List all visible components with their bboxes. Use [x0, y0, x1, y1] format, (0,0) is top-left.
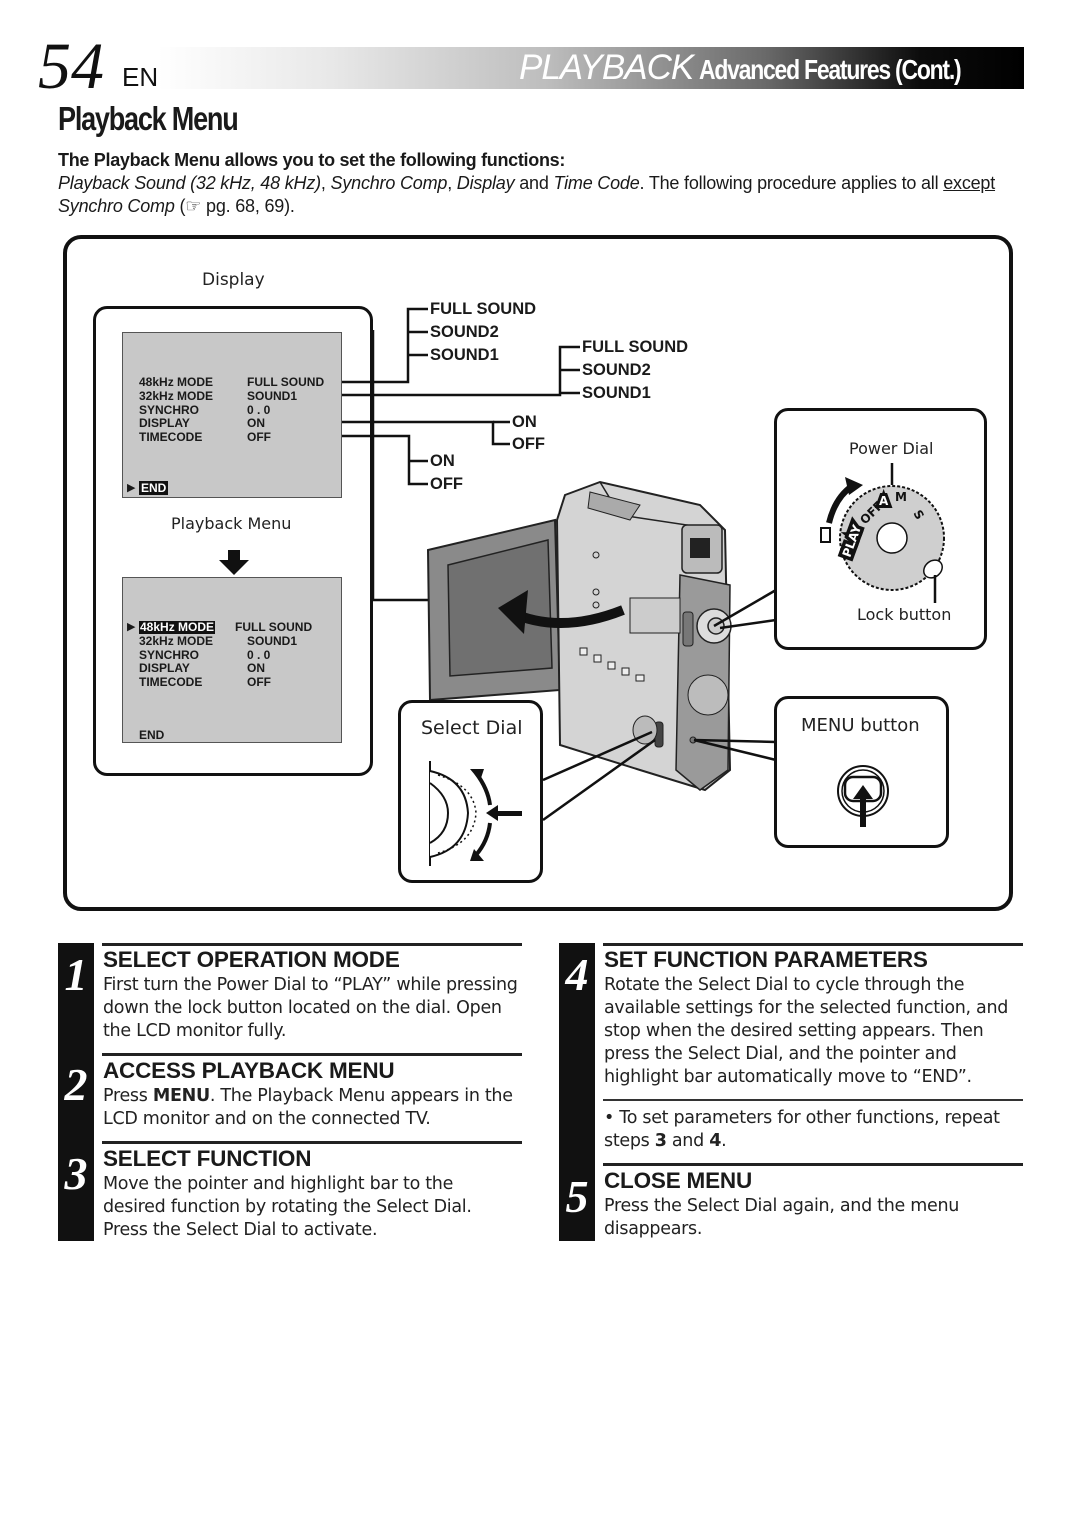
menu-row: 32kHz MODE SOUND1: [139, 390, 297, 403]
step-title: SELECT FUNCTION: [103, 1146, 312, 1171]
step-body-text: Press: [103, 1086, 153, 1106]
menu-value: 0 . 0: [247, 403, 271, 417]
note: • To set parameters for other functions,…: [604, 1107, 1024, 1153]
options-timecode: ON OFF: [430, 450, 463, 496]
note-step-ref: 4: [709, 1131, 722, 1151]
divider: [603, 1163, 1023, 1166]
option-item: FULL SOUND: [430, 300, 537, 318]
step-body: Press the Select Dial again, and the men…: [604, 1196, 960, 1239]
display-label: Display: [202, 270, 265, 290]
menu-value: SOUND1: [247, 634, 298, 648]
power-dial-icon: PLAY OFF A M S: [820, 463, 945, 603]
note-step-ref: 3: [654, 1131, 667, 1151]
divider: [603, 943, 1023, 946]
step-body-keyword: MENU: [152, 1086, 210, 1106]
divider: [102, 943, 522, 946]
select-dial-icon: [429, 761, 522, 866]
option-item: ON: [512, 413, 537, 431]
options-32k: FULL SOUND SOUND2 SOUND1: [582, 336, 688, 405]
menu-end-label: END: [139, 481, 169, 495]
option-item: SOUND1: [582, 384, 651, 402]
menu-key: DISPLAY: [139, 416, 190, 430]
menu-value: OFF: [247, 675, 271, 689]
option-item: OFF: [430, 475, 463, 493]
bullet-icon: •: [604, 1108, 615, 1128]
options-display: ON OFF: [512, 411, 545, 455]
menu-row-highlighted: 48kHz MODE FULL SOUND: [139, 621, 312, 634]
note-text: .: [721, 1131, 727, 1151]
option-item: FULL SOUND: [582, 338, 689, 356]
menu-end: END: [139, 728, 164, 742]
menu-key: 32kHz MODE: [139, 389, 214, 403]
divider: [102, 1141, 522, 1144]
note-text: and: [666, 1131, 710, 1151]
menu-key: DISPLAY: [139, 661, 190, 675]
menu-button-icon: [837, 765, 889, 827]
menu-screen-display: 48kHz MODE FULL SOUND 32kHz MODE SOUND1 SY…: [122, 332, 342, 498]
power-dial-callout: Power Dial PLAY OFF A M S Lock button: [774, 408, 987, 650]
menu-value: OFF: [247, 430, 271, 444]
menu-row: TIMECODE OFF: [139, 676, 271, 689]
menu-row: 48kHz MODE FULL SOUND: [139, 376, 324, 389]
playback-menu-label: Playback Menu: [171, 514, 292, 533]
menu-value: FULL SOUND: [235, 620, 313, 634]
menu-value: ON: [247, 416, 265, 430]
step-title: SET FUNCTION PARAMETERS: [604, 947, 928, 972]
menu-row: DISPLAY ON: [139, 662, 265, 675]
step-body: Rotate the Select Dial to cycle through …: [604, 975, 1009, 1087]
option-item: OFF: [512, 435, 545, 453]
lock-button-label: Lock button: [857, 605, 952, 624]
menu-value: 0 . 0: [247, 648, 271, 662]
menu-key: TIMECODE: [139, 675, 203, 689]
step-body: Press MENU. The Playback Menu appears in…: [103, 1085, 518, 1131]
menu-key: 48kHz MODE: [139, 620, 216, 634]
step-number: 5: [565, 1171, 589, 1222]
menu-row: 32kHz MODE SOUND1: [139, 635, 297, 648]
step-body: First turn the Power Dial to “PLAY” whil…: [103, 975, 518, 1041]
pointer-icon: ▶: [127, 621, 136, 633]
step-title: CLOSE MENU: [604, 1168, 753, 1193]
menu-value: SOUND1: [247, 389, 298, 403]
menu-row: TIMECODE OFF: [139, 431, 271, 444]
menu-end-highlighted: END: [139, 481, 169, 495]
menu-screen-selection: ▶ 48kHz MODE FULL SOUND 32kHz MODE SOUND1 …: [122, 577, 342, 743]
options-48k: FULL SOUND SOUND2 SOUND1: [430, 298, 536, 367]
divider: [603, 1099, 1023, 1101]
step-number: 1: [64, 949, 88, 1000]
select-dial-callout: Select Dial: [398, 700, 543, 883]
option-item: SOUND2: [430, 323, 499, 341]
dial-mark-auto: A: [879, 494, 889, 508]
step-title: SELECT OPERATION MODE: [103, 947, 400, 972]
divider: [102, 1053, 522, 1056]
menu-button-callout: MENU button: [774, 696, 949, 848]
menu-value: FULL SOUND: [247, 375, 325, 389]
menu-key: 32kHz MODE: [139, 634, 214, 648]
menu-value: ON: [247, 661, 265, 675]
dial-mark-manual: M: [895, 490, 907, 504]
power-dial-label: Power Dial: [849, 439, 934, 458]
step-title: ACCESS PLAYBACK MENU: [103, 1058, 395, 1083]
option-item: SOUND1: [430, 346, 499, 364]
down-arrow-icon: [219, 550, 249, 575]
menu-end-label: END: [139, 728, 165, 742]
pointer-icon: ▶: [127, 482, 136, 494]
step-body: Move the pointer and highlight bar to th…: [103, 1174, 472, 1240]
menu-row: DISPLAY ON: [139, 417, 265, 430]
step-number: 2: [64, 1059, 88, 1110]
step-number: 4: [565, 949, 589, 1000]
option-item: ON: [430, 452, 455, 470]
menu-key: TIMECODE: [139, 430, 203, 444]
option-item: SOUND2: [582, 361, 651, 379]
menu-key: 48kHz MODE: [139, 375, 214, 389]
step-number: 3: [64, 1148, 88, 1199]
select-dial-label: Select Dial: [421, 717, 523, 739]
menu-button-label: MENU button: [801, 715, 920, 736]
